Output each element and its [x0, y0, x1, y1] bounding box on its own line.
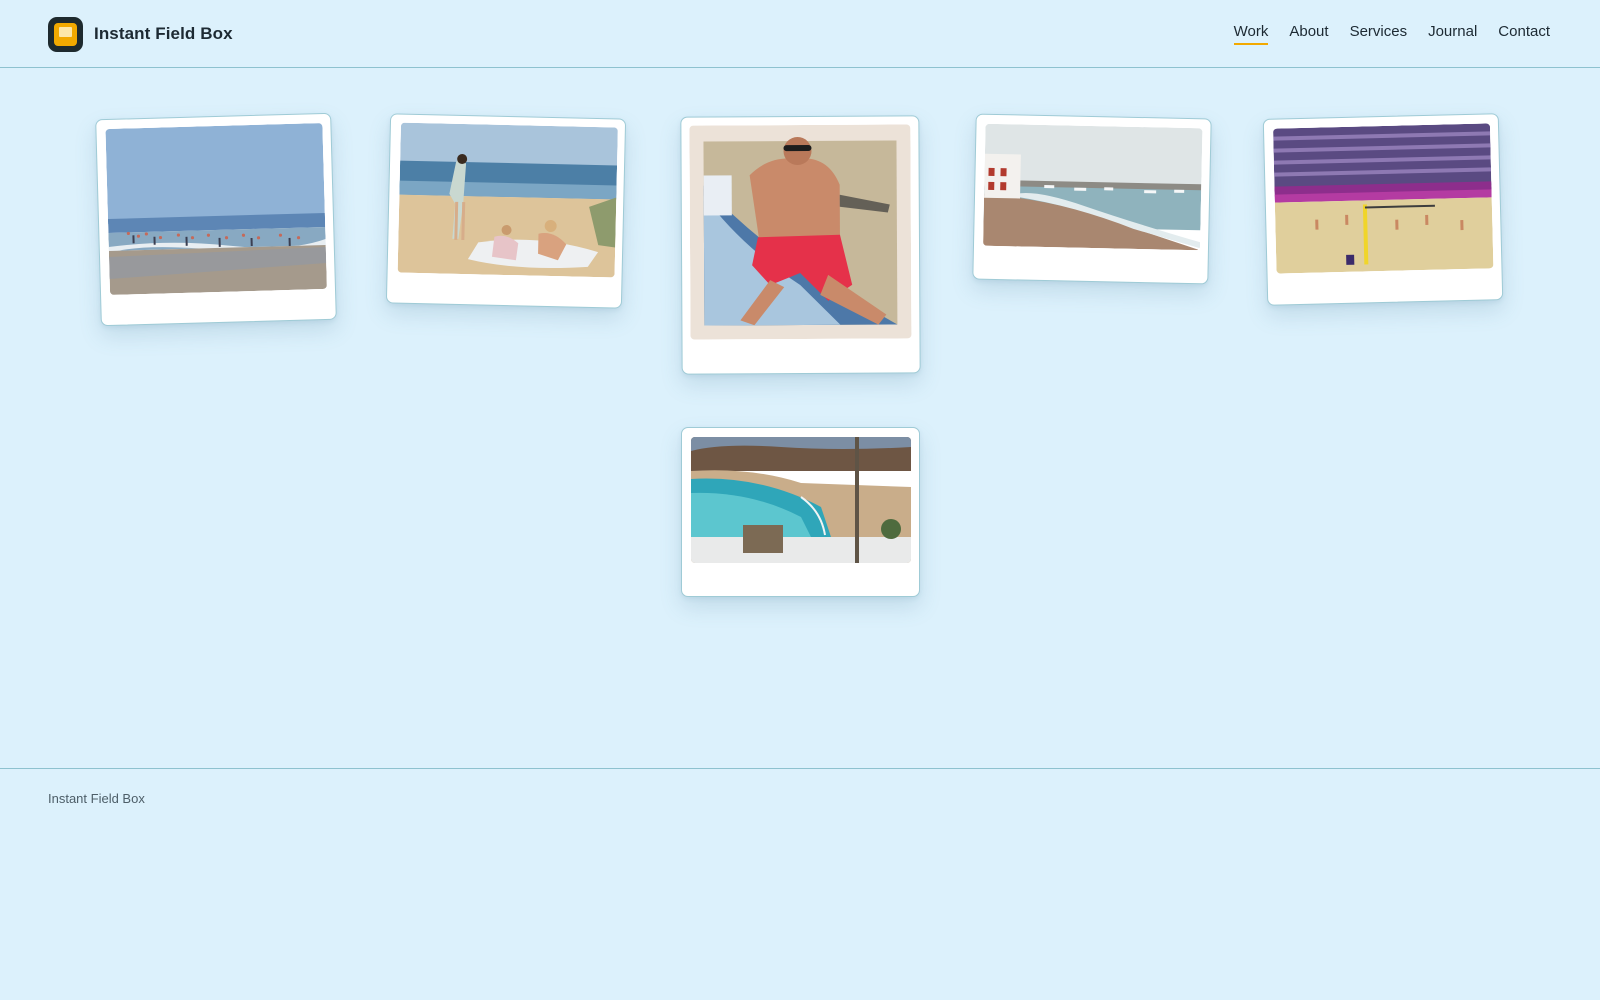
beach-volleyball-photo [1272, 123, 1494, 274]
harbour-beach-photo [982, 123, 1203, 251]
man-on-towel-photo [689, 124, 912, 340]
photo-card[interactable] [681, 427, 920, 597]
brand-name: Instant Field Box [94, 24, 233, 43]
nav-services[interactable]: Services [1350, 22, 1408, 45]
beach-painting-photo [397, 122, 618, 278]
nav-journal[interactable]: Journal [1428, 22, 1477, 45]
footer-brand-text: Instant Field Box [48, 791, 145, 806]
beach-photo [105, 122, 327, 295]
nav-about[interactable]: About [1289, 22, 1328, 45]
top-bar: Instant Field Box Work About Services Jo… [0, 0, 1600, 68]
photo-card[interactable] [1262, 113, 1504, 306]
nav-work[interactable]: Work [1233, 22, 1269, 45]
cove-photo [691, 437, 911, 563]
photo-card[interactable] [385, 113, 627, 309]
photo-card[interactable] [95, 112, 337, 327]
nav-contact[interactable]: Contact [1498, 22, 1550, 45]
instant-camera-icon [48, 16, 83, 52]
photo-card[interactable] [680, 115, 921, 375]
photo-card[interactable] [972, 113, 1212, 285]
footer: Instant Field Box [0, 768, 1600, 1000]
brand-link[interactable]: Instant Field Box [48, 16, 233, 52]
main-nav: Work About Services Journal Contact [1233, 22, 1550, 45]
